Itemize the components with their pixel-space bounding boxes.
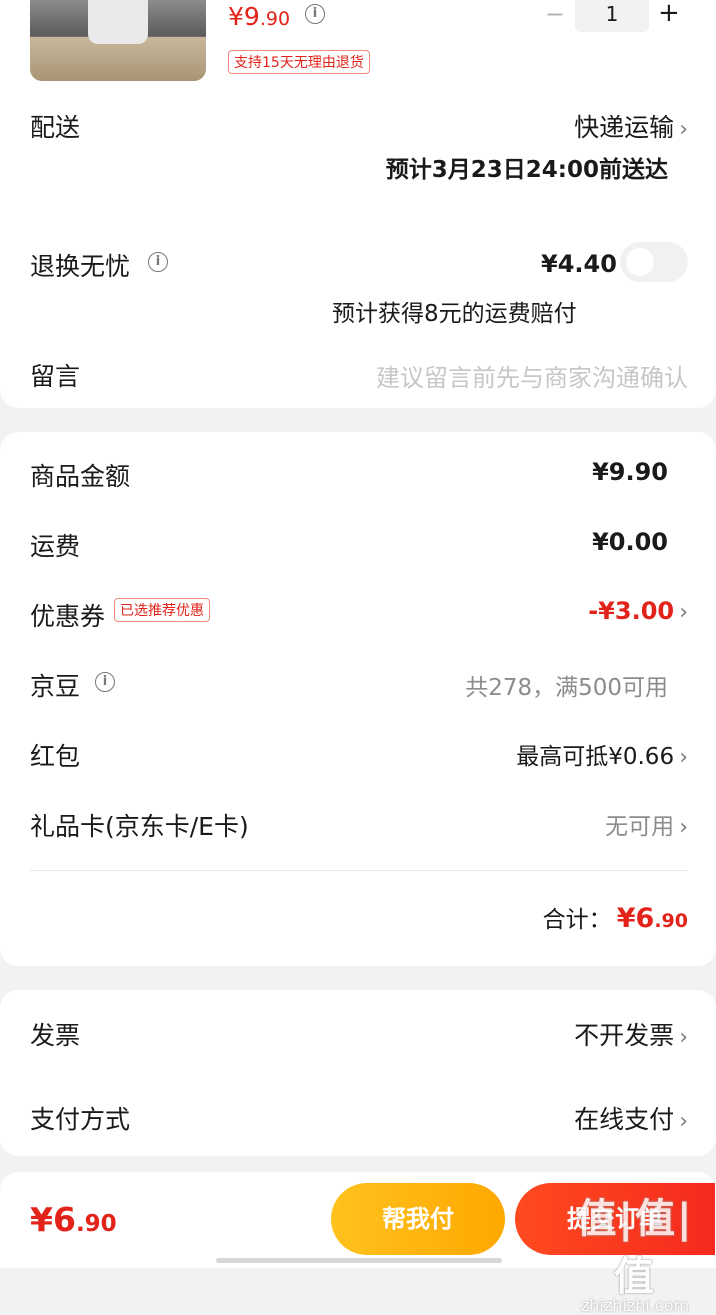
shipping-label: 运费 — [30, 532, 81, 561]
info-icon[interactable]: i — [95, 672, 115, 692]
chevron-right-icon: › — [679, 745, 688, 770]
product-price-int: ¥9 — [228, 2, 260, 31]
product-thumbnail[interactable] — [30, 0, 206, 81]
invoice-payment-card: 发票 不开发票 › 支付方式 在线支付 › — [0, 990, 716, 1156]
message-input[interactable]: 建议留言前先与商家沟通确认 — [376, 358, 688, 393]
shipping-value: ¥0.00 — [592, 528, 668, 556]
quantity-plus-button[interactable]: + — [658, 0, 680, 28]
home-indicator — [216, 1258, 502, 1263]
coupon-tag: 已选推荐优惠 — [114, 598, 210, 622]
product-price-dec: .90 — [259, 8, 291, 30]
redpacket-value: 最高可抵¥0.66 — [516, 744, 675, 770]
divider — [30, 870, 688, 871]
giftcard-label: 礼品卡(京东卡/E卡) — [30, 812, 249, 841]
return-insurance-label: 退换无忧 — [30, 252, 131, 281]
help-pay-button[interactable]: 帮我付 — [331, 1183, 505, 1255]
message-label: 留言 — [30, 362, 81, 391]
invoice-label: 发票 — [30, 1021, 81, 1050]
payment-row[interactable]: 在线支付 › — [574, 1100, 688, 1136]
payment-value: 在线支付 — [574, 1105, 675, 1134]
total-dec: .90 — [654, 910, 688, 932]
order-info-card: ¥9.90 i 支持15天无理由退货 − 1 + 配送 快递运输 › 预计3月2… — [0, 0, 716, 408]
total-row: 合计： ¥6.90 — [543, 900, 688, 934]
redpacket-label: 红包 — [30, 742, 81, 771]
watermark-sub: zhizhizhi.com — [580, 1296, 690, 1315]
jingdou-label: 京豆 — [30, 672, 81, 701]
goods-amount-label: 商品金额 — [30, 462, 131, 491]
payment-label: 支付方式 — [30, 1105, 131, 1134]
invoice-row[interactable]: 不开发票 › — [574, 1016, 688, 1052]
total-label: 合计： — [542, 907, 612, 933]
delivery-eta: 预计3月23日24:00前送达 — [385, 157, 668, 183]
chevron-right-icon: › — [679, 1025, 688, 1050]
redpacket-row[interactable]: 最高可抵¥0.66 › — [516, 737, 688, 771]
quantity-field[interactable]: 1 — [575, 0, 649, 32]
giftcard-value: 无可用 — [605, 814, 675, 840]
help-pay-label: 帮我付 — [382, 1205, 454, 1233]
cost-summary-card: 商品金额 ¥9.90 运费 ¥0.00 优惠券 已选推荐优惠 -¥3.00 › … — [0, 432, 716, 966]
chevron-right-icon: › — [679, 1109, 688, 1134]
bottom-price-dec: .90 — [75, 1211, 117, 1237]
toggle-switch[interactable] — [620, 242, 688, 282]
chevron-right-icon: › — [679, 600, 688, 625]
quantity-value: 1 — [605, 2, 619, 26]
product-price: ¥9.90 — [228, 2, 290, 31]
delivery-label: 配送 — [30, 113, 81, 142]
coupon-value: -¥3.00 — [588, 597, 675, 625]
delivery-method[interactable]: 快递运输 › — [574, 108, 688, 144]
return-insurance-price: ¥4.40 — [541, 250, 617, 278]
bottom-price-int: ¥6 — [30, 1200, 76, 1239]
info-icon[interactable]: i — [305, 4, 325, 24]
chevron-right-icon: › — [679, 815, 688, 840]
goods-amount-value: ¥9.90 — [592, 458, 668, 486]
quantity-minus-button[interactable]: − — [545, 0, 565, 28]
return-insurance-note: 预计获得8元的运费赔付 — [332, 301, 577, 327]
watermark-main: 值|值|值 — [576, 1196, 694, 1300]
info-icon[interactable]: i — [148, 252, 168, 272]
coupon-label: 优惠券 — [30, 602, 106, 631]
jingdou-value: 共278，满500可用 — [465, 675, 668, 701]
chevron-right-icon: › — [679, 117, 688, 142]
bottom-price: ¥6.90 — [30, 1200, 117, 1239]
giftcard-row[interactable]: 无可用 › — [605, 807, 688, 841]
watermark-logo: 值|值|值 zhizhizhi.com — [560, 1186, 710, 1315]
return-policy-tag: 支持15天无理由退货 — [228, 50, 370, 74]
invoice-value: 不开发票 — [574, 1021, 675, 1050]
delivery-method-value: 快递运输 — [574, 113, 675, 142]
total-int: ¥6 — [616, 903, 655, 934]
coupon-row[interactable]: -¥3.00 › — [588, 597, 688, 625]
